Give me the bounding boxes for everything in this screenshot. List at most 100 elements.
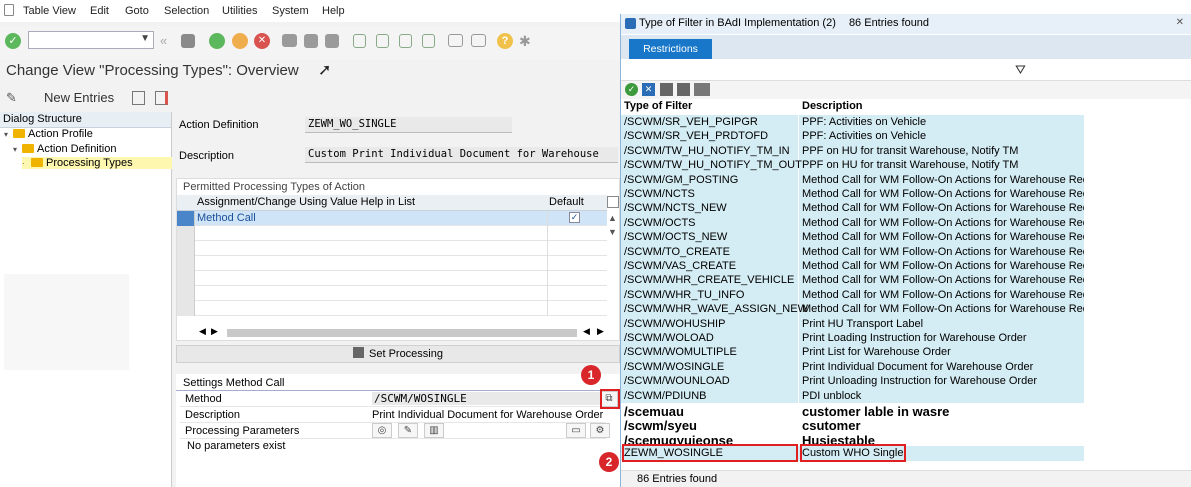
display-parameters-icon[interactable]: ◎ [372, 423, 392, 438]
expand-icon[interactable]: ▾ [4, 130, 13, 139]
list-item[interactable]: /SCWM/VAS_CREATE Method Call for WM Follo… [621, 259, 1110, 274]
exit-icon[interactable] [232, 33, 248, 49]
list-item[interactable]: /SCWM/WHR_TU_INFO Method Call for WM Foll… [621, 287, 1110, 303]
cancel-x-icon[interactable]: ✕ [642, 83, 655, 96]
list-item[interactable]: /SCWM/WOUNLOAD Print Unloading Instructio… [621, 374, 1084, 389]
table-row[interactable] [177, 301, 607, 316]
menu-help[interactable]: Help [322, 5, 345, 17]
scroll-right-end-icon[interactable]: ▶ [597, 326, 604, 337]
find-next-icon[interactable] [677, 83, 690, 96]
list-item[interactable]: /SCWM/PDIUNB PDI unblock [621, 388, 1084, 403]
scroll-up-icon[interactable]: ▲ [608, 213, 617, 223]
filter-type-dialog: Type of Filter in BAdI Implementation (2… [620, 14, 1191, 487]
next-page-icon[interactable] [399, 34, 412, 48]
settings-icon[interactable]: ⚙ [590, 423, 610, 438]
list-item[interactable]: /SCWM/TW_HU_NOTIFY_TM_OUT PPF on HU for t… [621, 158, 1084, 173]
help-icon[interactable]: ? [497, 33, 513, 49]
command-field[interactable]: ▼ [28, 31, 154, 49]
table-row[interactable] [177, 271, 607, 286]
tree-node-processing-types[interactable]: · Processing Types [22, 157, 172, 169]
list-item[interactable]: /SCWM/SR_VEH_PGIPGR PPF: Activities on Ve… [621, 115, 1084, 130]
tree-node-action-profile[interactable]: ▾ Action Profile [4, 128, 93, 140]
menu-utilities[interactable]: Utilities [222, 5, 257, 17]
list-item[interactable]: /scemuau customer lable in wasre [621, 403, 1084, 419]
no-parameters-text: No parameters exist [187, 440, 286, 452]
scroll-thumb[interactable] [227, 329, 577, 337]
menu-table-view[interactable]: Table View [23, 5, 76, 17]
list-item[interactable]: /SCWM/WOMULTIPLE Print List for Warehouse… [621, 345, 1084, 360]
first-page-icon[interactable] [353, 34, 366, 48]
list-item[interactable]: /SCWM/GM_POSTING Method Call for WM Follo… [621, 172, 1110, 187]
edit-parameters-icon[interactable]: ✎ [398, 423, 418, 438]
list-item[interactable]: /SCWM/TO_CREATE Method Call for WM Follow… [621, 244, 1110, 259]
last-page-icon[interactable] [422, 34, 435, 48]
tab-restrictions[interactable]: Restrictions [629, 39, 712, 59]
enter-check-icon[interactable]: ✓ [5, 33, 21, 49]
list-item[interactable]: /SCWM/WHR_WAVE_ASSIGN_NEW Method Call for… [621, 302, 1110, 317]
copy-as-icon[interactable] [132, 91, 145, 105]
find-icon[interactable] [660, 83, 673, 96]
column-header-assignment[interactable]: Assignment/Change Using Value Help in Li… [197, 196, 415, 208]
find-next-icon[interactable] [325, 34, 339, 48]
column-header-default[interactable]: Default [549, 196, 584, 208]
list-item[interactable]: /SCWM/WOSINGLE Print Individual Document … [621, 359, 1084, 375]
column-settings-icon[interactable] [607, 196, 619, 208]
previous-page-icon[interactable] [376, 34, 389, 48]
shortcut-icon[interactable] [471, 34, 486, 47]
folder-icon [13, 129, 25, 138]
scroll-down-icon[interactable]: ▼ [608, 227, 617, 237]
delete-icon[interactable] [155, 91, 168, 105]
list-item[interactable]: /SCWM/OCTS_NEW Method Call for WM Follow-… [621, 230, 1110, 245]
table-row[interactable] [177, 226, 607, 241]
list-item[interactable]: /SCWM/NCTS Method Call for WM Follow-On A… [621, 187, 1110, 202]
continue-check-icon[interactable]: ✓ [625, 83, 638, 96]
display-change-icon[interactable]: ✎ [6, 90, 17, 106]
print-icon[interactable] [694, 83, 710, 96]
horizontal-scrollbar[interactable]: ◀ ▶ ◀ ▶ [199, 326, 607, 338]
table-row[interactable] [177, 241, 607, 256]
table-row[interactable]: Method Call ✓ [177, 211, 607, 226]
new-document-icon[interactable]: ▭ [566, 423, 586, 438]
menu-edit[interactable]: Edit [90, 5, 109, 17]
expand-icon[interactable]: ▾ [13, 145, 22, 154]
menu-system[interactable]: System [272, 5, 309, 17]
close-icon[interactable]: ✕ [1176, 17, 1184, 28]
create-session-icon[interactable] [448, 34, 463, 47]
new-entries-button[interactable]: New Entries [44, 90, 114, 105]
table-row[interactable] [177, 256, 607, 271]
collapse-icon[interactable]: « [160, 33, 176, 49]
scroll-left-icon[interactable]: ◀ [199, 326, 206, 337]
default-checkbox[interactable]: ✓ [569, 212, 580, 223]
scroll-left-end-icon[interactable]: ◀ [583, 326, 590, 337]
menu-icon[interactable] [4, 4, 14, 16]
menu-goto[interactable]: Goto [125, 5, 149, 17]
list-item[interactable]: /SCWM/TW_HU_NOTIFY_TM_IN PPF on HU for tr… [621, 143, 1084, 159]
delete-parameters-icon[interactable]: ▥ [424, 423, 444, 438]
column-header-description[interactable]: Description [802, 100, 863, 112]
column-header-type-of-filter[interactable]: Type of Filter [624, 100, 692, 112]
scroll-right-icon[interactable]: ▶ [211, 326, 218, 337]
list-item[interactable]: /SCWM/SR_VEH_PRDTOFD PPF: Activities on V… [621, 129, 1084, 144]
find-icon[interactable] [304, 34, 318, 48]
table-row[interactable] [177, 286, 607, 301]
list-item[interactable]: /SCWM/WHR_CREATE_VEHICLE Method Call for … [621, 273, 1110, 288]
funnel-icon[interactable]: ⛛ [1015, 62, 1026, 78]
save-icon[interactable] [181, 34, 195, 48]
method-call-cell[interactable]: Method Call [197, 212, 256, 224]
cancel-icon[interactable]: ✕ [254, 33, 270, 49]
method-field[interactable]: /SCWM/WOSINGLE [372, 392, 602, 405]
row-selector[interactable] [177, 211, 195, 226]
print-icon[interactable] [282, 34, 297, 47]
description-field[interactable]: Custom Print Individual Document for War… [305, 147, 618, 163]
tree-node-action-definition[interactable]: ▾ Action Definition [13, 143, 117, 155]
list-item[interactable]: /SCWM/OCTS Method Call for WM Follow-On A… [621, 215, 1110, 231]
gear-icon[interactable]: ✱ [519, 33, 535, 49]
list-item[interactable]: /SCWM/WOHUSHIP Print HU Transport Label [621, 316, 1084, 331]
list-item[interactable]: /scwm/syeu csutomer [621, 417, 1084, 433]
back-icon[interactable] [209, 33, 225, 49]
list-item[interactable]: /SCWM/NCTS_NEW Method Call for WM Follow-… [621, 201, 1110, 216]
action-definition-field[interactable]: ZEWM_WO_SINGLE [305, 117, 512, 133]
list-item[interactable]: /SCWM/WOLOAD Print Loading Instruction fo… [621, 331, 1084, 346]
menu-selection[interactable]: Selection [164, 5, 209, 17]
set-processing-button[interactable]: Set Processing [176, 345, 620, 363]
